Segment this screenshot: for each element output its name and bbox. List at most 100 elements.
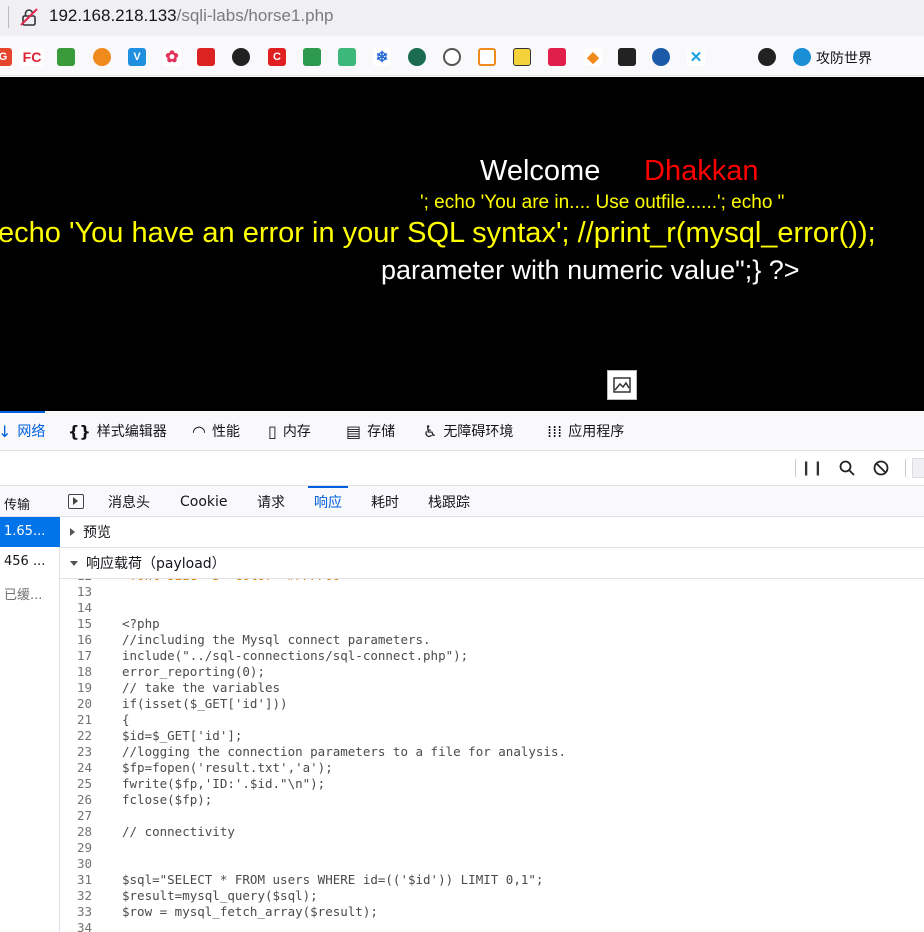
line-number: 29 [76, 840, 92, 855]
tab-storage[interactable]: ▤ 存储 [346, 411, 395, 451]
bookmark-flower-icon[interactable]: ✿ [163, 48, 181, 66]
divider [795, 459, 796, 477]
bookmark-v-icon[interactable]: V [128, 48, 146, 66]
tab-request[interactable]: 请求 [257, 486, 285, 517]
pause-icon[interactable]: ❙❙ [800, 458, 823, 478]
tab-stack-trace[interactable]: 栈跟踪 [428, 486, 470, 517]
line-number: 14 [76, 600, 92, 615]
code-line: 17 include("../sql-connections/sql-connec… [60, 648, 566, 664]
search-icon[interactable] [837, 458, 857, 478]
code-line: 29 [60, 840, 566, 856]
broken-image-icon[interactable] [607, 370, 637, 400]
code-line: 24 $fp=fopen('result.txt','a'); [60, 760, 566, 776]
bookmark-fc-icon[interactable]: FC [20, 48, 44, 66]
bookmark-diamond-icon[interactable]: ◆ [584, 48, 602, 66]
tab-label: 内存 [282, 424, 311, 440]
line-number: 15 [76, 616, 92, 631]
tab-performance[interactable]: ◠ 性能 [192, 411, 240, 451]
bookmark-globe-icon[interactable] [443, 48, 461, 66]
request-row[interactable]: 已缓... [0, 577, 60, 607]
tab-network[interactable]: ↓ 网络 [0, 411, 46, 451]
line-number: 28 [76, 824, 92, 839]
line-number: 27 [76, 808, 92, 823]
line-number: 34 [76, 920, 92, 932]
accessibility-icon: ♿ [423, 421, 438, 441]
code-line: 31 $sql="SELECT * FROM users WHERE id=(('… [60, 872, 566, 888]
line-number: 33 [76, 904, 92, 919]
tab-cookie[interactable]: Cookie [180, 486, 228, 517]
tab-headers[interactable]: 消息头 [108, 486, 150, 517]
request-list: 传输 1.65... 456 ... 已缓... [0, 486, 60, 932]
bookmark-c-icon[interactable]: C [268, 48, 286, 66]
tab-label: 网络 [17, 424, 46, 440]
insecure-lock-icon[interactable] [20, 8, 38, 26]
column-header-transfer[interactable]: 传输 [0, 486, 60, 517]
tab-application[interactable]: ⁞⁞⁞ 应用程序 [547, 411, 624, 451]
bookmark-smile-icon[interactable] [513, 48, 531, 66]
network-toolbar: ❙❙ [0, 451, 924, 486]
divider [8, 6, 9, 28]
line-number: 22 [76, 728, 92, 743]
bookmark-bird-icon[interactable]: ✕ [687, 48, 705, 66]
bookmark-black-circle-icon[interactable] [758, 48, 776, 66]
bookmark-g-icon[interactable]: G [0, 48, 12, 66]
tab-accessibility[interactable]: ♿ 无障碍环境 [423, 411, 513, 451]
payload-section[interactable]: 响应载荷（payload） [60, 548, 924, 579]
bookmark-label[interactable]: 攻防世界 [816, 48, 872, 68]
url-path: /sqli-labs/horse1.php [176, 6, 334, 25]
bookmark-red-seal-icon[interactable] [197, 48, 215, 66]
throttle-select[interactable] [912, 458, 924, 478]
bookmark-snowflake-icon[interactable]: ❄ [373, 48, 391, 66]
bookmark-folder-icon[interactable] [57, 48, 75, 66]
code-text: $fp=fopen('result.txt','a'); [122, 760, 333, 775]
preview-section[interactable]: 预览 [60, 517, 924, 548]
network-icon: ↓ [0, 421, 12, 441]
code-line: 22 $id=$_GET['id']; [60, 728, 566, 744]
line-number: 31 [76, 872, 92, 887]
code-text: error_reporting(0); [122, 664, 265, 679]
response-code-view[interactable]: 12<font size="3" color="#FFFF00">131415<… [60, 579, 924, 932]
code-text: //logging the connection parameters to a… [122, 744, 567, 759]
code-line: 25 fwrite($fp,'ID:'.$id."\n"); [60, 776, 566, 792]
details-tab-bar: 消息头 Cookie 请求 响应 耗时 栈跟踪 [60, 486, 924, 517]
panel-toggle-icon[interactable] [68, 494, 84, 509]
bookmark-bot-icon[interactable] [338, 48, 356, 66]
line-number: 30 [76, 856, 92, 871]
collapse-arrow-icon [70, 560, 78, 566]
line-number: 32 [76, 888, 92, 903]
bookmark-cube-icon[interactable] [93, 48, 111, 66]
bookmark-link-icon[interactable] [478, 48, 496, 66]
url-text[interactable]: 192.168.218.133/sqli-labs/horse1.php [49, 6, 334, 26]
line-number: 17 [76, 648, 92, 663]
welcome-text: Welcome [480, 155, 601, 187]
request-row[interactable]: 1.65... [0, 517, 60, 547]
block-icon[interactable] [871, 458, 891, 478]
code-text: // connectivity [122, 824, 235, 839]
grid-icon: ⁞⁞⁞ [547, 421, 563, 441]
tab-style-editor[interactable]: {} 样式编辑器 [68, 411, 167, 451]
address-bar[interactable]: 192.168.218.133/sqli-labs/horse1.php [0, 0, 924, 36]
bookmark-red-square-icon[interactable] [548, 48, 566, 66]
divider [905, 459, 906, 477]
bookmark-blue-circle-icon[interactable] [652, 48, 670, 66]
tab-timings[interactable]: 耗时 [371, 486, 399, 517]
bookmark-github-icon[interactable] [232, 48, 250, 66]
bookmark-gongfang-icon[interactable] [793, 48, 811, 66]
echo-line-3: parameter with numeric value";} ?> [381, 255, 800, 285]
code-text: $row = mysql_fetch_array($result); [122, 904, 378, 919]
code-line: 20 if(isset($_GET['id'])) [60, 696, 566, 712]
bookmark-bars-icon[interactable] [303, 48, 321, 66]
code-line: 16 //including the Mysql connect paramete… [60, 632, 566, 648]
tab-response[interactable]: 响应 [308, 486, 348, 517]
code-line: 26 fclose($fp); [60, 792, 566, 808]
tab-memory[interactable]: ▯ 内存 [268, 411, 311, 451]
request-row[interactable]: 456 ... [0, 547, 60, 577]
tab-label: 性能 [211, 424, 240, 440]
code-text: $result=mysql_query($sql); [122, 888, 318, 903]
bookmark-circle-icon[interactable] [408, 48, 426, 66]
line-number: 25 [76, 776, 92, 791]
bookmark-dark-square-icon[interactable] [618, 48, 636, 66]
tab-label: 无障碍环境 [443, 424, 514, 440]
url-host: 192.168.218.133 [49, 6, 177, 25]
line-number: 24 [76, 760, 92, 775]
